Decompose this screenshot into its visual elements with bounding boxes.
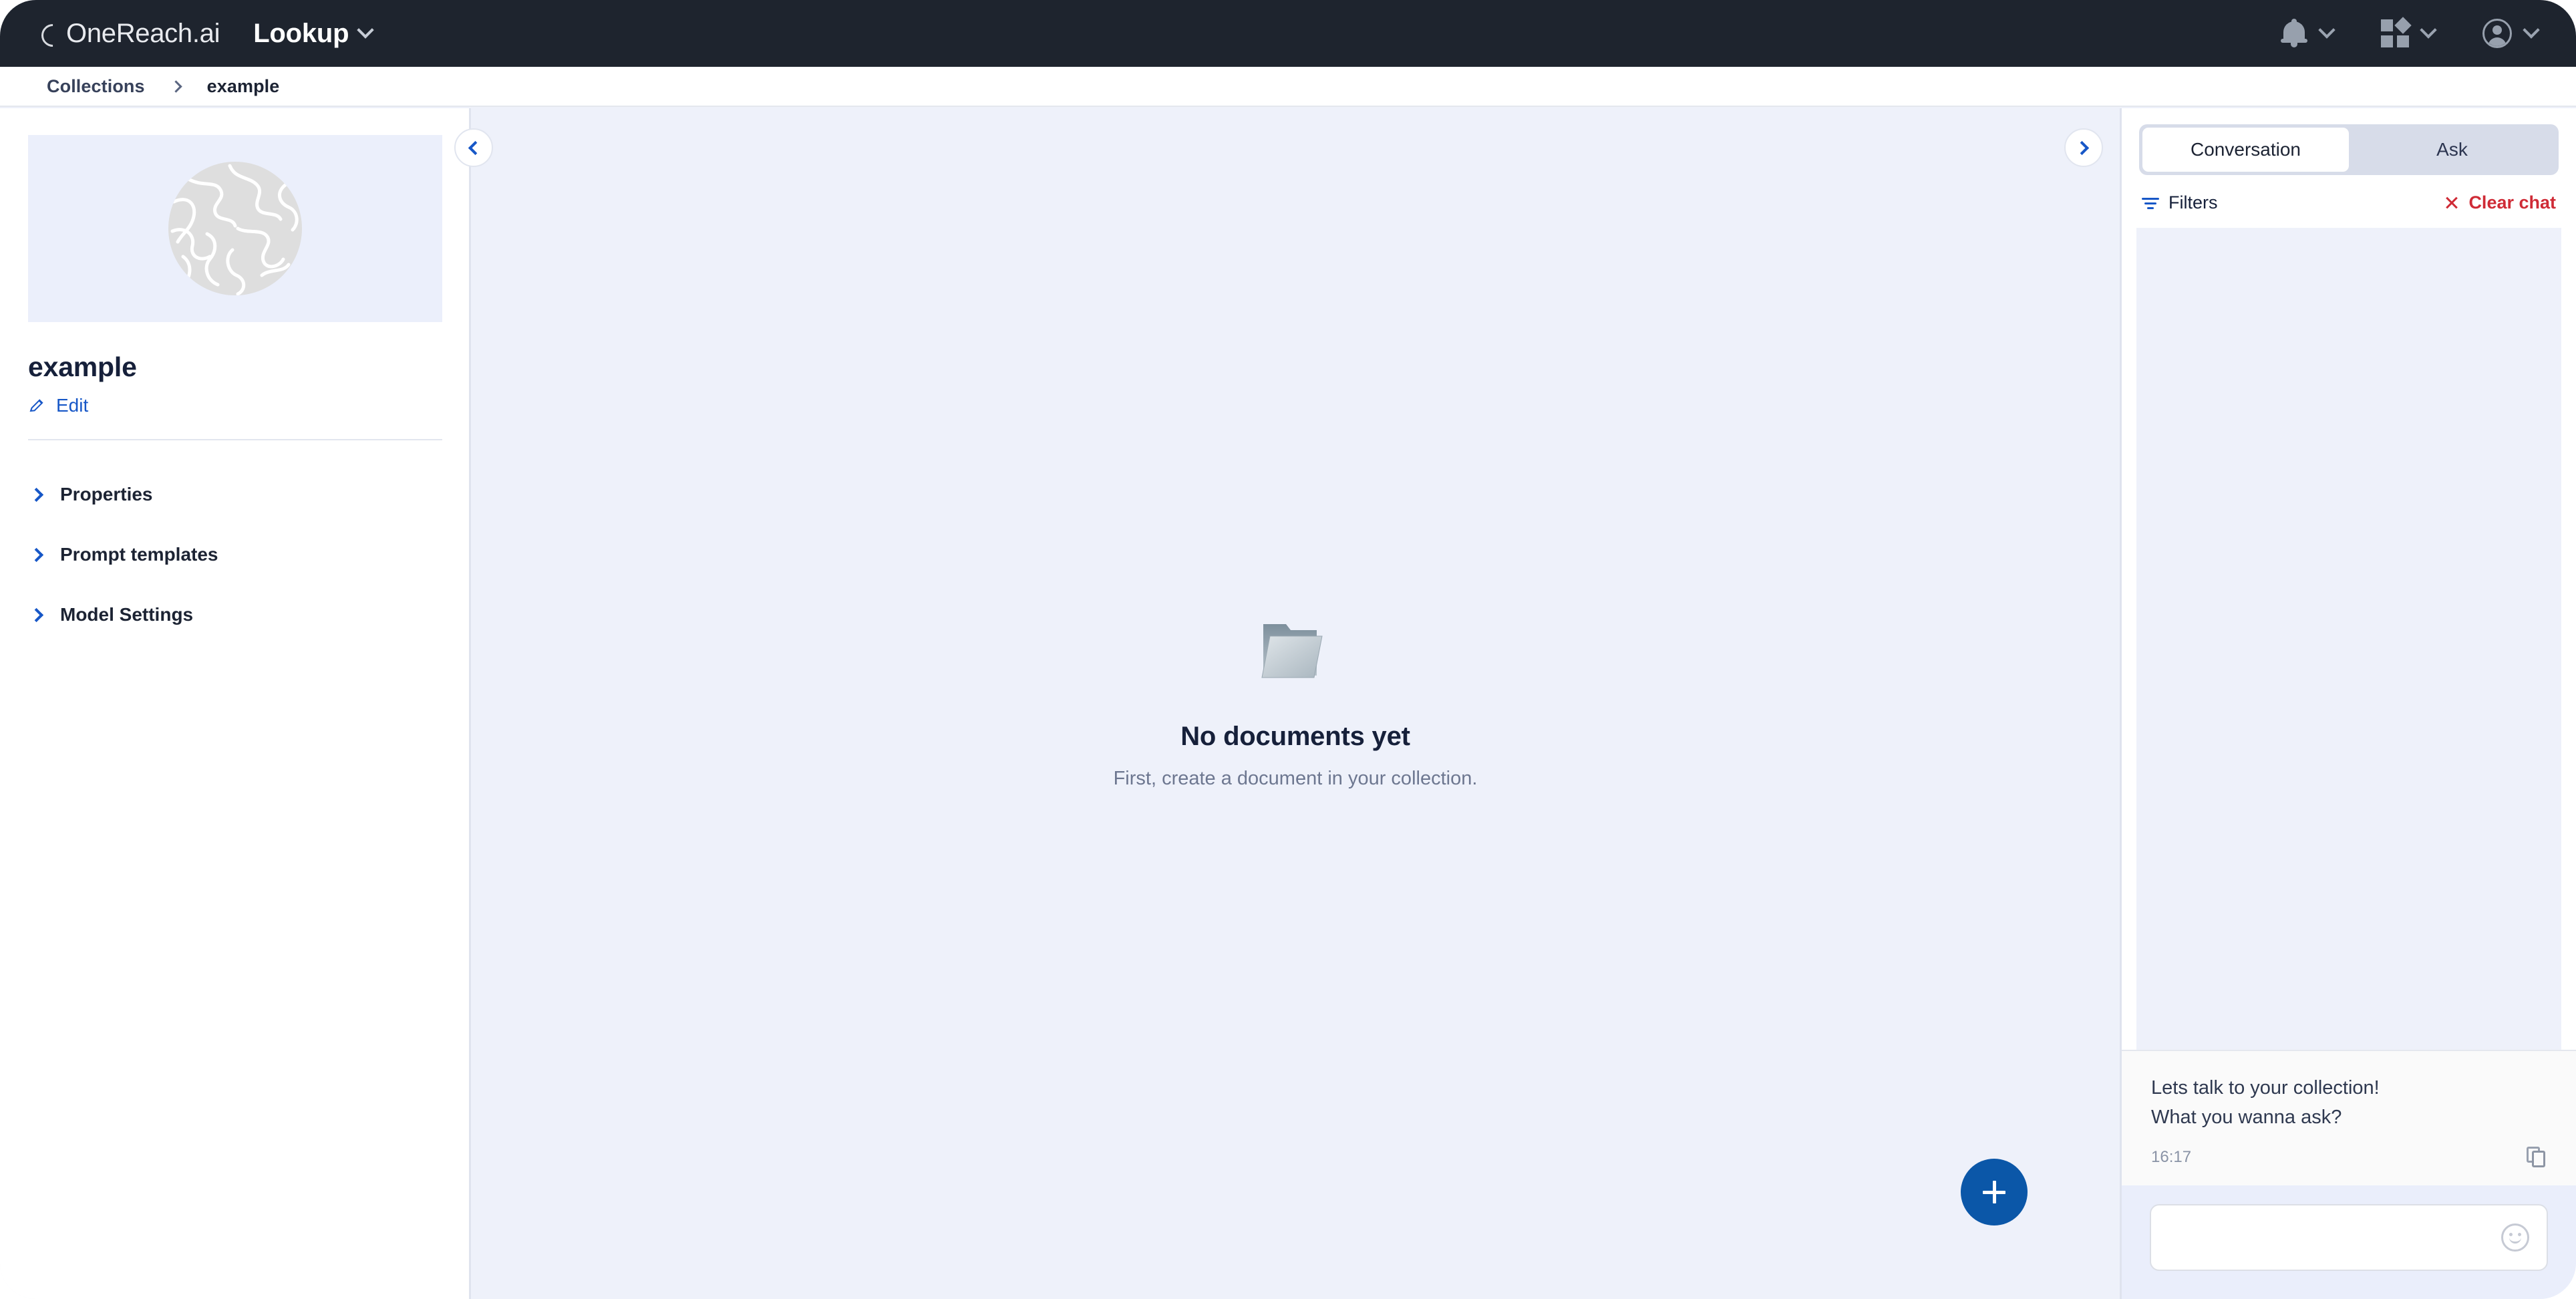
sidebar-accordion: Properties Prompt templates Model Settin…	[28, 464, 441, 645]
clear-chat-button[interactable]: Clear chat	[2444, 192, 2556, 213]
empty-state-subtitle: First, create a document in your collect…	[1113, 768, 1478, 789]
chevron-down-icon	[2523, 21, 2540, 39]
chat-message-line-2: What you wanna ask?	[2151, 1106, 2342, 1128]
collection-banner	[28, 135, 442, 322]
pencil-icon	[29, 399, 43, 412]
app-switcher[interactable]: Lookup	[253, 18, 375, 49]
chat-composer	[2122, 1185, 2576, 1299]
chat-message-meta: 16:17	[2151, 1147, 2547, 1168]
collapse-chat-panel-button[interactable]	[2064, 128, 2103, 167]
brand-label: OneReach.ai	[66, 18, 220, 48]
chevron-right-icon	[169, 80, 182, 93]
chevron-right-icon	[29, 607, 44, 622]
chat-tabs: Conversation Ask	[2139, 124, 2559, 175]
sidebar-section-model-settings[interactable]: Model Settings	[28, 585, 441, 645]
breadcrumb-collections[interactable]: Collections	[47, 76, 145, 97]
chevron-down-icon	[357, 21, 375, 39]
chat-panel: Conversation Ask Filters Clear chat Lets…	[2120, 108, 2576, 1299]
sidebar-divider	[28, 439, 442, 440]
empty-state: No documents yet First, create a documen…	[895, 616, 1696, 790]
documents-canvas: No documents yet First, create a documen…	[473, 108, 2427, 1299]
chevron-right-icon	[29, 487, 44, 502]
chevron-down-icon	[2420, 21, 2437, 39]
tab-conversation[interactable]: Conversation	[2142, 128, 2349, 172]
chat-message-list[interactable]	[2136, 228, 2561, 1050]
copy-icon[interactable]	[2527, 1147, 2547, 1168]
top-navigation-bar: OneReach.ai Lookup	[0, 0, 2576, 67]
collection-avatar	[168, 162, 302, 295]
apps-menu-button[interactable]	[2381, 17, 2437, 47]
onereach-logo-mark	[36, 19, 69, 52]
chevron-left-icon	[468, 140, 483, 155]
edit-label: Edit	[56, 395, 89, 416]
filter-icon	[2142, 196, 2159, 210]
empty-state-title: No documents yet	[1180, 722, 1410, 751]
brand-logo[interactable]: OneReach.ai	[36, 18, 220, 52]
chat-toolbar: Filters Clear chat	[2142, 192, 2556, 213]
bell-icon	[2281, 19, 2307, 48]
chevron-down-icon	[2318, 21, 2336, 39]
sidebar-section-label: Prompt templates	[60, 544, 218, 565]
topbar-actions	[2233, 17, 2540, 48]
chevron-right-icon	[29, 547, 44, 562]
chat-message-input[interactable]	[2168, 1227, 2501, 1248]
sidebar-section-label: Model Settings	[60, 604, 194, 625]
filters-button[interactable]: Filters	[2142, 192, 2218, 213]
collection-sidebar: example Edit Properties Prompt templates…	[0, 108, 471, 1299]
filters-label: Filters	[2168, 192, 2218, 212]
clear-chat-label: Clear chat	[2468, 192, 2556, 212]
folder-icon-wrap	[895, 616, 1696, 690]
chat-input-wrapper[interactable]	[2150, 1204, 2548, 1271]
app-name-label: Lookup	[253, 18, 349, 48]
account-menu-button[interactable]	[2482, 19, 2540, 48]
app-window: OneReach.ai Lookup Collections example e…	[0, 0, 2576, 1299]
sidebar-section-prompt-templates[interactable]: Prompt templates	[28, 525, 441, 585]
breadcrumb: Collections example	[0, 67, 2576, 107]
add-document-button[interactable]	[1961, 1159, 2028, 1225]
chevron-right-icon	[2074, 140, 2090, 155]
open-folder-icon	[1261, 624, 1323, 678]
sidebar-section-label: Properties	[60, 484, 153, 504]
chat-message: Lets talk to your collection! What you w…	[2122, 1050, 2576, 1185]
collapse-sidebar-button[interactable]	[454, 128, 493, 167]
notifications-button[interactable]	[2281, 19, 2336, 48]
edit-collection-button[interactable]: Edit	[28, 395, 441, 416]
chat-message-line-1: Lets talk to your collection!	[2151, 1077, 2380, 1099]
breadcrumb-current: example	[206, 76, 280, 96]
collection-title: example	[28, 351, 137, 382]
user-account-icon	[2482, 19, 2512, 48]
emoji-icon[interactable]	[2501, 1223, 2529, 1252]
sidebar-section-properties[interactable]: Properties	[28, 464, 441, 525]
chat-message-timestamp: 16:17	[2151, 1148, 2192, 1166]
close-icon	[2444, 196, 2459, 210]
apps-grid-icon	[2381, 17, 2412, 47]
tab-ask[interactable]: Ask	[2349, 128, 2555, 172]
